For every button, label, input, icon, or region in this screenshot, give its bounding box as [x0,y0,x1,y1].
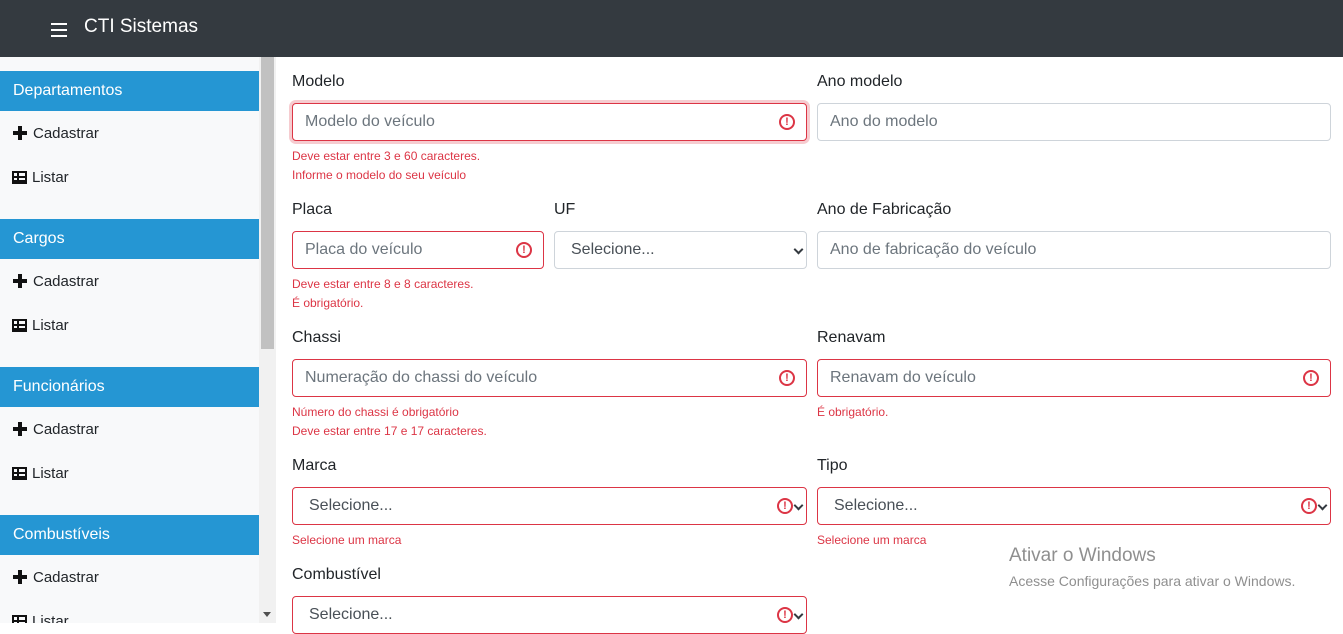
scroll-down-arrow-icon[interactable] [263,612,271,617]
tipo-field: Tipo Selecione... ! Selecione um marca [817,455,1331,550]
windows-activation-watermark: Ativar o Windows Acesse Configurações pa… [1009,545,1295,589]
tipo-selected-value: Selecione... [834,497,918,514]
error-icon: ! [779,114,795,130]
ano-modelo-field: Ano modelo Ano do modelo [817,71,1331,141]
chassi-error: Deve estar entre 17 e 17 caracteres. [292,424,487,438]
table-icon [12,466,27,480]
chassi-input[interactable]: Numeração do chassi do veículo ! [292,359,807,397]
scrollbar-thumb[interactable] [261,57,274,349]
plus-icon [12,421,28,437]
error-icon: ! [777,607,793,623]
sidebar-section-funcionarios[interactable]: Funcionários [0,367,259,407]
tipo-select[interactable]: Selecione... ! [817,487,1331,525]
combustivel-field: Combustível Selecione... ! [292,564,807,634]
sidebar-item-label: Listar [32,464,69,482]
sidebar-scrollbar[interactable] [259,57,276,623]
plus-icon [12,569,28,585]
uf-field: UF Selecione... [554,199,807,269]
marca-selected-value: Selecione... [309,497,393,514]
chevron-down-icon [793,500,804,511]
sidebar-item-funcionarios-listar[interactable]: Listar [0,451,259,495]
renavam-error: É obrigatório. [817,405,889,419]
uf-select[interactable]: Selecione... [554,231,807,269]
ano-modelo-input[interactable]: Ano do modelo [817,103,1331,141]
modelo-error: Informe o modelo do seu veículo [292,168,467,182]
tipo-label: Tipo [817,457,848,474]
marca-label: Marca [292,457,337,474]
chassi-field: Chassi Numeração do chassi do veículo ! … [292,327,807,441]
sidebar-item-departamentos-cadastrar[interactable]: Cadastrar [0,111,259,155]
sidebar-section-cargos[interactable]: Cargos [0,219,259,259]
sidebar-item-combustiveis-listar[interactable]: Listar [0,599,259,623]
marca-error: Selecione um marca [292,533,402,547]
sidebar: Departamentos Cadastrar Listar Cargos Ca… [0,57,259,623]
modelo-label: Modelo [292,73,345,90]
ano-fabricacao-field: Ano de Fabricação Ano de fabricação do v… [817,199,1331,269]
ano-fabricacao-input[interactable]: Ano de fabricação do veículo [817,231,1331,269]
combustivel-selected-value: Selecione... [309,606,393,623]
error-icon: ! [1301,498,1317,514]
watermark-title: Ativar o Windows [1009,545,1156,566]
placa-label: Placa [292,201,333,218]
sidebar-item-label: Cadastrar [33,420,99,438]
brand-title[interactable]: CTI Sistemas [84,16,198,38]
marca-select[interactable]: Selecione... ! [292,487,807,525]
modelo-error: Deve estar entre 3 e 60 caracteres. [292,149,481,163]
sidebar-section-combustiveis[interactable]: Combustíveis [0,515,259,555]
renavam-field: Renavam Renavam do veículo ! É obrigatór… [817,327,1331,422]
sidebar-item-label: Listar [32,316,69,334]
placa-error: É obrigatório. [292,296,364,310]
sidebar-item-label: Listar [32,612,69,624]
chevron-down-icon [793,244,804,255]
renavam-input[interactable]: Renavam do veículo ! [817,359,1331,397]
sidebar-item-label: Cadastrar [33,272,99,290]
uf-label: UF [554,201,576,218]
plus-icon [12,273,28,289]
modelo-placeholder: Modelo do veículo [305,113,435,130]
marca-field: Marca Selecione... ! Selecione um marca [292,455,807,550]
chevron-down-icon [1317,500,1328,511]
table-icon [12,614,27,623]
sidebar-item-label: Cadastrar [33,568,99,586]
combustivel-select[interactable]: Selecione... ! [292,596,807,634]
chassi-placeholder: Numeração do chassi do veículo [305,369,538,386]
modelo-input[interactable]: Modelo do veículo ! [292,103,807,141]
modelo-field: Modelo Modelo do veículo ! Deve estar en… [292,71,807,185]
sidebar-item-funcionarios-cadastrar[interactable]: Cadastrar [0,407,259,451]
sidebar-item-label: Cadastrar [33,124,99,142]
sidebar-item-departamentos-listar[interactable]: Listar [0,155,259,199]
chevron-down-icon [793,609,804,620]
sidebar-item-label: Listar [32,168,69,186]
sidebar-item-cargos-listar[interactable]: Listar [0,303,259,347]
uf-selected-value: Selecione... [571,241,655,258]
chassi-error: Número do chassi é obrigatório [292,405,459,419]
ano-fabricacao-label: Ano de Fabricação [817,201,952,218]
sidebar-section-departamentos[interactable]: Departamentos [0,71,259,111]
hamburger-icon[interactable] [51,23,67,37]
placa-field: Placa Placa do veículo ! Deve estar entr… [292,199,544,313]
error-icon: ! [777,498,793,514]
renavam-placeholder: Renavam do veículo [830,369,976,386]
ano-modelo-label: Ano modelo [817,73,903,90]
chassi-label: Chassi [292,329,341,346]
error-icon: ! [779,370,795,386]
placa-error: Deve estar entre 8 e 8 caracteres. [292,277,474,291]
vehicle-form: Modelo Modelo do veículo ! Deve estar en… [276,57,1343,634]
placa-input[interactable]: Placa do veículo ! [292,231,544,269]
placa-placeholder: Placa do veículo [305,241,423,258]
error-icon: ! [1303,370,1319,386]
ano-fabricacao-placeholder: Ano de fabricação do veículo [830,241,1037,258]
sidebar-item-combustiveis-cadastrar[interactable]: Cadastrar [0,555,259,599]
table-icon [12,318,27,332]
error-icon: ! [516,242,532,258]
top-navbar: CTI Sistemas [0,0,1343,57]
renavam-label: Renavam [817,329,886,346]
sidebar-item-cargos-cadastrar[interactable]: Cadastrar [0,259,259,303]
combustivel-label: Combustível [292,566,381,583]
ano-modelo-placeholder: Ano do modelo [830,113,938,130]
watermark-subtitle: Acesse Configurações para ativar o Windo… [1009,573,1296,589]
table-icon [12,170,27,184]
plus-icon [12,125,28,141]
